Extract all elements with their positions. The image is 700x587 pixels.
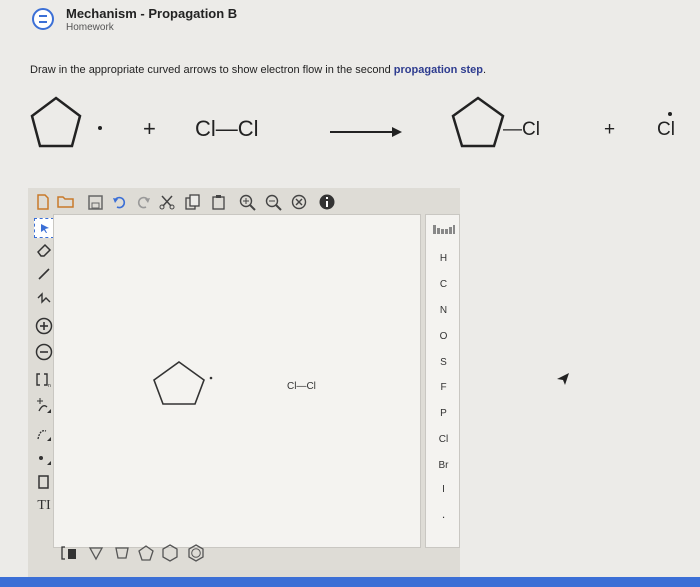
svg-text:n: n bbox=[48, 383, 51, 388]
element-c[interactable]: C bbox=[426, 279, 461, 290]
more-elements-dot[interactable]: . bbox=[426, 507, 461, 521]
eraser-icon[interactable] bbox=[34, 240, 54, 260]
element-panel: H C N O S F P Cl Br I . bbox=[425, 214, 460, 548]
question-instruction: Draw in the appropriate curved arrows to… bbox=[30, 64, 486, 76]
cyclopropane-icon[interactable] bbox=[86, 544, 106, 562]
plus-sign: + bbox=[143, 116, 156, 141]
open-icon[interactable] bbox=[56, 193, 76, 211]
save-icon[interactable] bbox=[86, 193, 104, 211]
paste-icon[interactable] bbox=[210, 193, 228, 211]
zoom-in-icon[interactable] bbox=[238, 193, 256, 211]
negative-charge-icon[interactable] bbox=[34, 342, 54, 362]
element-i[interactable]: I bbox=[426, 484, 461, 495]
redo-icon[interactable] bbox=[134, 193, 152, 211]
curved-arrow-icon[interactable] bbox=[34, 396, 54, 416]
element-n[interactable]: N bbox=[426, 305, 461, 316]
reaction-scheme bbox=[30, 96, 672, 148]
single-bond-icon[interactable] bbox=[34, 264, 54, 284]
undo-icon[interactable] bbox=[110, 193, 128, 211]
periodic-table-icon[interactable] bbox=[426, 223, 461, 238]
radical-dot bbox=[668, 112, 672, 116]
lone-pair-icon[interactable] bbox=[34, 448, 54, 468]
text-tool-icon[interactable]: TI bbox=[34, 496, 54, 516]
info-icon[interactable] bbox=[318, 193, 336, 211]
chlorine-radical-label: Cl bbox=[657, 119, 675, 140]
zoom-out-icon[interactable] bbox=[264, 193, 282, 211]
canvas-structures bbox=[153, 361, 213, 405]
benzene-icon[interactable] bbox=[186, 544, 206, 562]
instruction-emphasis: propagation step bbox=[393, 64, 484, 76]
chlorocyclopentane-structure bbox=[451, 96, 505, 148]
cyclohexane-icon[interactable] bbox=[160, 544, 180, 562]
canvas-cl-cl-label: Cl—Cl bbox=[287, 381, 316, 392]
select-lasso-icon[interactable] bbox=[34, 218, 54, 238]
element-o[interactable]: O bbox=[426, 331, 461, 342]
cyclopentane-icon[interactable] bbox=[136, 544, 156, 562]
element-br[interactable]: Br bbox=[426, 460, 461, 471]
instruction-end: . bbox=[483, 64, 487, 76]
reaction-arrow bbox=[330, 127, 402, 137]
product-cl-label: —Cl bbox=[503, 119, 540, 140]
page-title: Mechanism - Propagation B bbox=[66, 6, 238, 21]
copy-icon[interactable] bbox=[184, 193, 202, 211]
cyclopentyl-radical-structure bbox=[30, 96, 102, 148]
rectangle-icon[interactable] bbox=[34, 472, 54, 492]
bottom-accent-bar bbox=[0, 577, 700, 587]
canvas-cyclopentyl-radical bbox=[153, 361, 213, 405]
chain-icon[interactable] bbox=[34, 288, 54, 308]
positive-charge-icon[interactable] bbox=[34, 316, 54, 336]
mouse-cursor-icon bbox=[557, 373, 569, 385]
page-subtitle: Homework bbox=[66, 22, 114, 33]
plus-sign-2: + bbox=[604, 119, 616, 140]
clear-icon[interactable] bbox=[290, 193, 308, 211]
brackets-icon[interactable]: n bbox=[34, 370, 54, 390]
instruction-text: Draw in the appropriate curved arrows to… bbox=[30, 64, 394, 76]
assignment-icon bbox=[32, 8, 54, 30]
new-doc-icon[interactable] bbox=[34, 193, 52, 211]
element-f[interactable]: F bbox=[426, 382, 461, 393]
element-p[interactable]: P bbox=[426, 408, 461, 419]
element-cl[interactable]: Cl bbox=[426, 434, 461, 445]
cyclobutane-icon[interactable] bbox=[112, 544, 132, 562]
electron-arrow-icon[interactable] bbox=[34, 424, 54, 444]
reagent-label: Cl—Cl bbox=[195, 116, 259, 141]
element-h[interactable]: H bbox=[426, 253, 461, 264]
cut-icon[interactable] bbox=[158, 193, 176, 211]
template-selector-icon[interactable] bbox=[60, 544, 80, 562]
element-s[interactable]: S bbox=[426, 357, 461, 368]
